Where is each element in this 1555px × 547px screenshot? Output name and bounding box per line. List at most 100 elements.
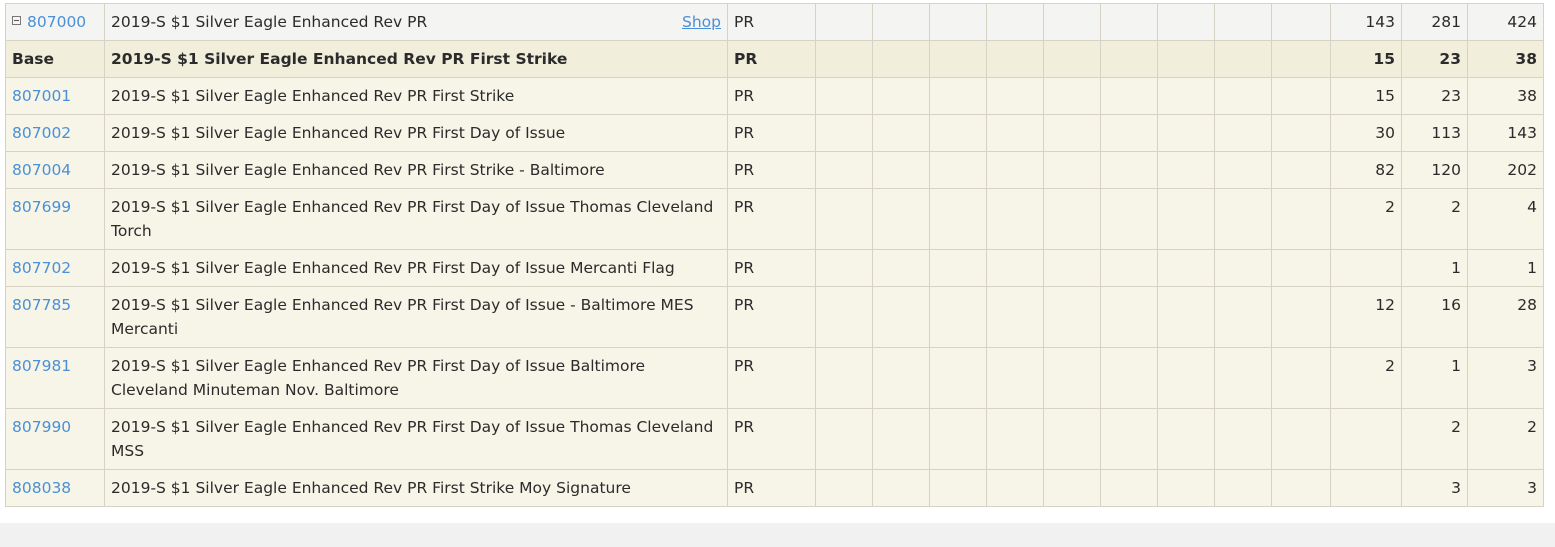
count-cell-1: 143: [1330, 3, 1402, 41]
grade-cell: [929, 188, 987, 250]
spec-link[interactable]: 807004: [12, 161, 71, 179]
spec-link[interactable]: 807001: [12, 87, 71, 105]
grade-cell: [1271, 114, 1331, 152]
total-cell: 202: [1467, 151, 1544, 189]
grade-cell: [872, 408, 930, 470]
grade-cell: [1043, 3, 1101, 41]
table-row: 807002 2019-S $1 Silver Eagle Enhanced Re…: [5, 114, 1544, 152]
total-cell: 28: [1467, 286, 1544, 348]
grade-cell: [815, 40, 873, 78]
spec-cell: 808038: [5, 469, 105, 507]
spec-cell: 807785: [5, 286, 105, 348]
grade-cell: [986, 77, 1044, 115]
desc-cell: 2019-S $1 Silver Eagle Enhanced Rev PR F…: [104, 188, 728, 250]
grade-cell: [986, 114, 1044, 152]
spec-link[interactable]: 807702: [12, 259, 71, 277]
grade-cell: [1214, 188, 1272, 250]
grade-cell: [1271, 249, 1331, 287]
count-cell-1: 12: [1330, 286, 1402, 348]
grade-cell: [872, 249, 930, 287]
grade-cell: [1157, 40, 1215, 78]
table-row: 807785 2019-S $1 Silver Eagle Enhanced Re…: [5, 286, 1544, 348]
grade-cell: [1214, 40, 1272, 78]
grade-cell: [1157, 286, 1215, 348]
spec-link[interactable]: 807699: [12, 198, 71, 216]
grade-cell: [1157, 151, 1215, 189]
grade-cell: [1157, 3, 1215, 41]
spec-link[interactable]: 807002: [12, 124, 71, 142]
grade-cell: [986, 286, 1044, 348]
grade-cell: [1157, 114, 1215, 152]
grade-cell: [1043, 77, 1101, 115]
grade-cell: [1100, 249, 1158, 287]
designation-cell: PR: [727, 286, 816, 348]
grade-cell: [1043, 188, 1101, 250]
grade-cell: [1100, 77, 1158, 115]
spec-link[interactable]: 807981: [12, 357, 71, 375]
grade-cell: [1214, 408, 1272, 470]
collapse-minus-icon[interactable]: [12, 16, 21, 25]
total-cell: 3: [1467, 347, 1544, 409]
grade-cell: [872, 469, 930, 507]
designation-cell: PR: [727, 114, 816, 152]
spec-link[interactable]: 807000: [27, 13, 86, 31]
count-cell-2: 2: [1401, 188, 1468, 250]
grade-cell: [815, 77, 873, 115]
grade-cell: [1043, 408, 1101, 470]
count-cell-2: 16: [1401, 286, 1468, 348]
grade-cell: [1271, 77, 1331, 115]
spec-link[interactable]: 808038: [12, 479, 71, 497]
table-row: 808038 2019-S $1 Silver Eagle Enhanced Re…: [5, 469, 1544, 507]
desc-cell: 2019-S $1 Silver Eagle Enhanced Rev PR F…: [104, 286, 728, 348]
count-cell-1: 2: [1330, 188, 1402, 250]
grade-cell: [1214, 286, 1272, 348]
designation-cell: PR: [727, 3, 816, 41]
grade-cell: [1043, 249, 1101, 287]
grade-cell: [1271, 151, 1331, 189]
count-cell-1: 30: [1330, 114, 1402, 152]
total-cell: 38: [1467, 40, 1544, 78]
spec-link[interactable]: 807785: [12, 296, 71, 314]
grade-cell: [1271, 408, 1331, 470]
count-cell-1: 82: [1330, 151, 1402, 189]
desc-cell: 2019-S $1 Silver Eagle Enhanced Rev PR F…: [104, 249, 728, 287]
grade-cell: [929, 40, 987, 78]
desc-cell: 2019-S $1 Silver Eagle Enhanced Rev PR S…: [104, 3, 728, 41]
count-cell-1: [1330, 408, 1402, 470]
count-cell-2: 120: [1401, 151, 1468, 189]
grade-cell: [986, 347, 1044, 409]
spec-cell: 807702: [5, 249, 105, 287]
count-cell-2: 281: [1401, 3, 1468, 41]
parent-row: 807000 2019-S $1 Silver Eagle Enhanced R…: [5, 3, 1544, 41]
grade-cell: [1100, 151, 1158, 189]
desc-cell: 2019-S $1 Silver Eagle Enhanced Rev PR F…: [104, 347, 728, 409]
grade-cell: [1100, 286, 1158, 348]
grade-cell: [872, 286, 930, 348]
shop-link[interactable]: Shop: [682, 10, 721, 34]
grade-cell: [815, 286, 873, 348]
total-cell: 3: [1467, 469, 1544, 507]
count-cell-1: [1330, 249, 1402, 287]
designation-cell: PR: [727, 469, 816, 507]
grade-cell: [815, 469, 873, 507]
total-cell: 38: [1467, 77, 1544, 115]
grade-cell: [1157, 188, 1215, 250]
grade-cell: [872, 151, 930, 189]
grade-cell: [929, 151, 987, 189]
grade-cell: [929, 249, 987, 287]
table-row: 807699 2019-S $1 Silver Eagle Enhanced Re…: [5, 188, 1544, 250]
grade-cell: [986, 249, 1044, 287]
grade-cell: [1157, 249, 1215, 287]
grade-cell: [929, 286, 987, 348]
grade-cell: [929, 347, 987, 409]
spec-cell: 807004: [5, 151, 105, 189]
grade-cell: [929, 3, 987, 41]
grade-cell: [1271, 286, 1331, 348]
grade-cell: [815, 3, 873, 41]
table-row: 807702 2019-S $1 Silver Eagle Enhanced Re…: [5, 249, 1544, 287]
spec-link[interactable]: 807990: [12, 418, 71, 436]
spec-cell: 807000: [5, 3, 105, 41]
designation-cell: PR: [727, 249, 816, 287]
count-cell-2: 113: [1401, 114, 1468, 152]
designation-cell: PR: [727, 77, 816, 115]
